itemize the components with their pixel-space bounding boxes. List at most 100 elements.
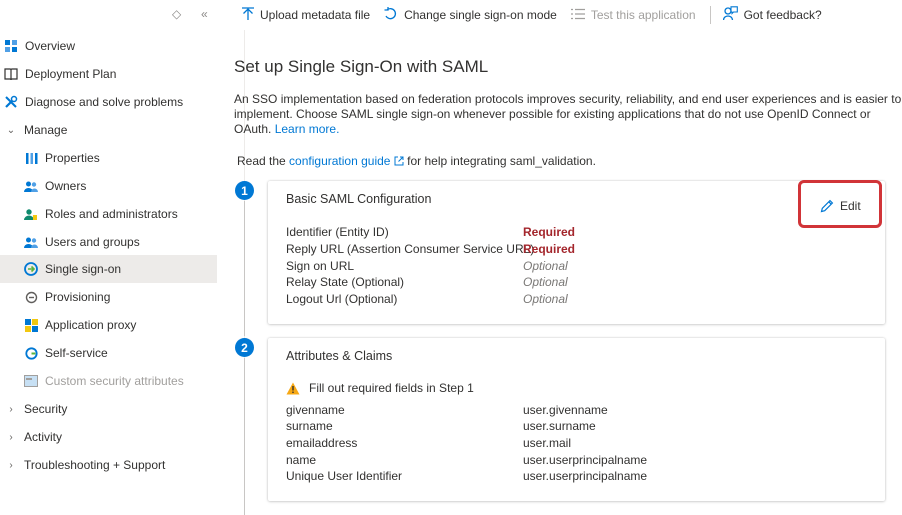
list-icon <box>570 7 585 23</box>
sidebar-item-label: Diagnose and solve problems <box>25 95 184 109</box>
field-status: Required <box>523 225 576 239</box>
sidebar-item-troubleshooting[interactable]: › Troubleshooting + Support <box>0 451 217 479</box>
feedback-icon <box>722 6 738 24</box>
change-sso-mode-button[interactable]: Change single sign-on mode <box>384 0 557 30</box>
sidebar-item-label: Owners <box>45 179 87 193</box>
warning-text: Fill out required fields in Step 1 <box>309 381 474 395</box>
sidebar-item-activity[interactable]: › Activity <box>0 423 217 451</box>
roles-icon <box>24 207 38 221</box>
sidebar-item-single-sign-on[interactable]: Single sign-on <box>0 255 217 283</box>
step-connector <box>244 358 245 515</box>
claim-value: user.givenname <box>523 403 608 417</box>
claim-name: emailaddress <box>286 436 358 450</box>
edit-button[interactable]: Edit <box>820 199 861 213</box>
card-title: Basic SAML Configuration <box>286 192 432 206</box>
sidebar-item-label: Single sign-on <box>45 262 122 276</box>
feedback-button[interactable]: Got feedback? <box>722 0 822 30</box>
warning-message: Fill out required fields in Step 1 <box>286 381 474 395</box>
upload-metadata-button[interactable]: Upload metadata file <box>242 0 370 30</box>
field-label: Reply URL (Assertion Consumer Service UR… <box>286 242 535 256</box>
pencil-icon <box>820 199 834 213</box>
sidebar-item-label: Activity <box>24 430 63 444</box>
sidebar-item-owners[interactable]: Owners <box>0 172 217 200</box>
sidebar-item-label: Users and groups <box>45 235 140 249</box>
app-proxy-icon <box>24 318 38 332</box>
sidebar-item-label: Deployment Plan <box>25 67 117 81</box>
claim-value: user.userprincipalname <box>523 453 648 467</box>
chevron-right-icon: › <box>9 403 13 415</box>
undo-icon <box>384 6 398 24</box>
toolbar-divider <box>709 6 711 24</box>
sidebar-item-label: Self-service <box>45 346 108 360</box>
field-status: Optional <box>523 259 568 273</box>
command-bar: Upload metadata file Change single sign-… <box>230 0 902 30</box>
sidebar-item-custom-security-attributes: Custom security attributes <box>0 367 217 395</box>
expand-collapse-icon[interactable]: ◇ <box>172 7 181 21</box>
sidebar-item-label: Troubleshooting + Support <box>24 458 166 472</box>
properties-icon <box>24 151 38 165</box>
field-status: Optional <box>523 292 568 306</box>
warning-icon <box>286 382 300 395</box>
step-connector <box>244 201 245 336</box>
chevron-right-icon: › <box>9 459 13 471</box>
sidebar-item-provisioning[interactable]: Provisioning <box>0 283 217 311</box>
learn-more-link[interactable]: Learn more. <box>275 122 340 136</box>
provisioning-icon <box>24 290 38 304</box>
sidebar-item-diagnose[interactable]: Diagnose and solve problems <box>0 88 217 116</box>
book-icon <box>4 67 18 81</box>
sidebar-item-label: Overview <box>25 39 76 53</box>
sidebar-item-properties[interactable]: Properties <box>0 144 217 172</box>
custom-attributes-icon <box>24 374 38 388</box>
field-status: Required <box>523 242 576 256</box>
external-link-icon <box>394 155 404 169</box>
sidebar-item-security[interactable]: › Security <box>0 395 217 423</box>
read-guide-line: Read the configuration guide for help in… <box>237 154 596 169</box>
configuration-guide-link[interactable]: configuration guide <box>289 154 390 168</box>
claim-value: user.surname <box>523 419 596 433</box>
sidebar-item-label: Roles and administrators <box>45 207 178 221</box>
sidebar-item-roles[interactable]: Roles and administrators <box>0 200 217 228</box>
sidebar-item-application-proxy[interactable]: Application proxy <box>0 311 217 339</box>
sidebar-header: ◇ « <box>0 0 217 30</box>
sidebar-item-deployment-plan[interactable]: Deployment Plan <box>0 60 217 88</box>
field-label: Identifier (Entity ID) <box>286 225 389 239</box>
self-service-icon <box>24 346 38 360</box>
page-description: An SSO implementation based on federatio… <box>234 92 902 137</box>
claim-value: user.userprincipalname <box>523 469 648 483</box>
card-title: Attributes & Claims <box>286 349 393 363</box>
sidebar-item-users-groups[interactable]: Users and groups <box>0 228 217 256</box>
sidebar-item-label: Properties <box>45 151 100 165</box>
claim-name: name <box>286 453 317 467</box>
sidebar-item-self-service[interactable]: Self-service <box>0 339 217 367</box>
upload-icon <box>242 6 254 24</box>
claim-name: surname <box>286 419 333 433</box>
chevron-down-icon: ⌄ <box>6 124 16 136</box>
field-label: Logout Url (Optional) <box>286 292 398 306</box>
sidebar-item-label: Security <box>24 402 68 416</box>
users-icon <box>24 235 38 249</box>
claim-name: givenname <box>286 403 345 417</box>
read-prefix: Read the <box>237 154 286 168</box>
field-label: Relay State (Optional) <box>286 275 405 289</box>
page-title: Set up Single Sign-On with SAML <box>234 57 489 76</box>
sso-icon <box>24 262 38 276</box>
grid-icon <box>4 39 18 53</box>
field-label: Sign on URL <box>286 259 355 273</box>
collapse-sidebar-icon[interactable]: « <box>201 7 208 21</box>
basic-saml-configuration-card: Basic SAML Configuration Identifier (Ent… <box>268 181 885 324</box>
sidebar-item-label: Provisioning <box>45 290 111 304</box>
sidebar-item-label: Custom security attributes <box>45 374 184 388</box>
owners-icon <box>24 179 38 193</box>
attributes-claims-card: Attributes & Claims Fill out required fi… <box>268 338 885 501</box>
sidebar-item-label: Manage <box>24 123 68 137</box>
sidebar-item-overview[interactable]: Overview <box>0 32 217 60</box>
sidebar-item-manage[interactable]: ⌄ Manage <box>0 116 217 144</box>
step-2-badge: 2 <box>235 338 254 357</box>
test-application-button[interactable]: Test this application <box>570 0 696 30</box>
sidebar-item-label: Application proxy <box>45 318 137 332</box>
step-1-badge: 1 <box>235 181 254 200</box>
claim-name: Unique User Identifier <box>286 469 403 483</box>
field-status: Optional <box>523 275 568 289</box>
wrench-icon <box>4 95 18 109</box>
sidebar: ◇ « Overview Deployment Plan Diagnose an… <box>0 0 217 515</box>
